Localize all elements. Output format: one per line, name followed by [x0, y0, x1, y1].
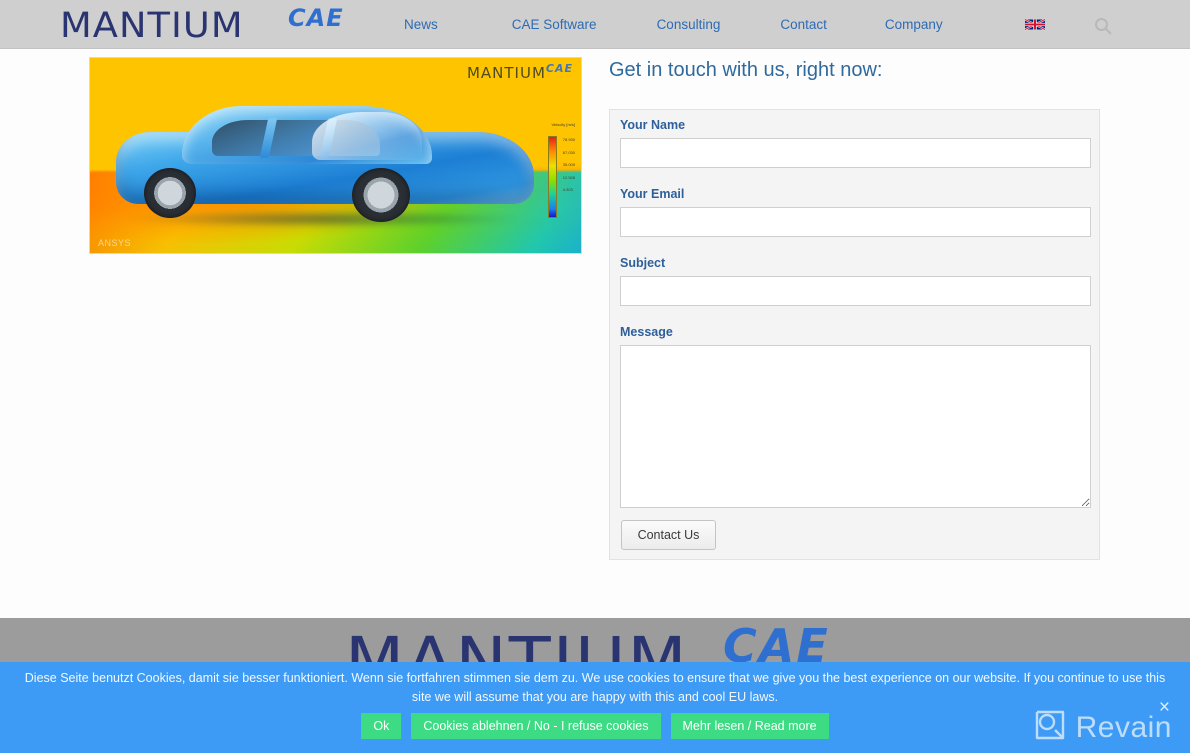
your-name-input[interactable] [620, 138, 1091, 168]
cookie-consent-banner: Diese Seite benutzt Cookies, damit sie b… [0, 662, 1190, 753]
car-front-wheel [144, 168, 196, 218]
cookie-button-group: Ok Cookies ablehnen / No - I refuse cook… [0, 713, 1190, 739]
car-roof-highlight [312, 112, 422, 160]
field-your-name: Your Name [620, 118, 1091, 168]
page-root: MANTIUM CAE News CAE Software Consulting… [0, 0, 1190, 753]
cookie-accept-button[interactable]: Ok [361, 713, 402, 739]
cookie-readmore-button[interactable]: Mehr lesen / Read more [670, 713, 829, 739]
subject-label: Subject [620, 256, 666, 270]
field-your-email: Your Email [620, 187, 1091, 237]
legend-tick: 35.009 [562, 162, 575, 167]
figure-watermark: ANSYS [98, 238, 132, 248]
site-logo[interactable]: MANTIUM CAE [60, 4, 360, 46]
legend-tick-labels: 78.930 67.030 35.009 12.528 4.303 [563, 134, 575, 197]
contact-form-panel: Your Name Your Email Subject Message Con… [609, 109, 1100, 560]
figure-logo-superscript: CAE [545, 62, 573, 75]
main-navigation: News CAE Software Consulting Contact Com… [400, 0, 947, 49]
page-title: Get in touch with us, right now: [609, 59, 883, 81]
nav-item-cae-software[interactable]: CAE Software [508, 11, 601, 38]
message-textarea[interactable] [620, 345, 1091, 508]
message-label: Message [620, 325, 673, 339]
cfd-simulation-image: MANTIUMCAE Velocity [m/s] 78.930 67.030 … [89, 57, 582, 254]
legend-tick: 12.528 [562, 174, 575, 180]
legend-tick: 78.930 [562, 137, 575, 142]
legend-title: Velocity [m/s] [551, 122, 575, 127]
legend-tick: 4.303 [562, 187, 573, 192]
contact-us-button[interactable]: Contact Us [621, 520, 716, 550]
nav-item-consulting[interactable]: Consulting [653, 11, 725, 38]
site-header: MANTIUM CAE News CAE Software Consulting… [0, 0, 1190, 49]
subject-input[interactable] [620, 276, 1091, 306]
figure-logo-overlay: MANTIUMCAE [467, 62, 573, 82]
color-scale-bar [548, 136, 557, 218]
your-email-label: Your Email [620, 187, 685, 201]
nav-item-contact[interactable]: Contact [776, 11, 831, 38]
cookie-refuse-button[interactable]: Cookies ablehnen / No - I refuse cookies [411, 713, 661, 739]
revain-label: Revain [1075, 710, 1172, 744]
revain-watermark: Revain [1033, 708, 1172, 747]
field-subject: Subject [620, 256, 1091, 306]
cookie-notice-text: Diese Seite benutzt Cookies, damit sie b… [24, 671, 1166, 704]
figure-logo-wordmark: MANTIUM [466, 64, 546, 82]
field-message: Message [620, 325, 1091, 508]
logo-wordmark: MANTIUM [60, 6, 244, 46]
your-email-input[interactable] [620, 207, 1091, 237]
search-icon[interactable] [1093, 16, 1113, 36]
uk-flag-icon[interactable] [1024, 18, 1046, 31]
your-name-label: Your Name [620, 118, 686, 132]
revain-logo-icon [1033, 708, 1067, 747]
nav-item-news[interactable]: News [400, 11, 442, 38]
car-rear-wheel [352, 168, 410, 222]
logo-cae-superscript: CAE [288, 4, 344, 32]
nav-item-company[interactable]: Company [881, 11, 947, 38]
car-model [116, 106, 534, 228]
legend-tick: 67.030 [562, 149, 575, 155]
